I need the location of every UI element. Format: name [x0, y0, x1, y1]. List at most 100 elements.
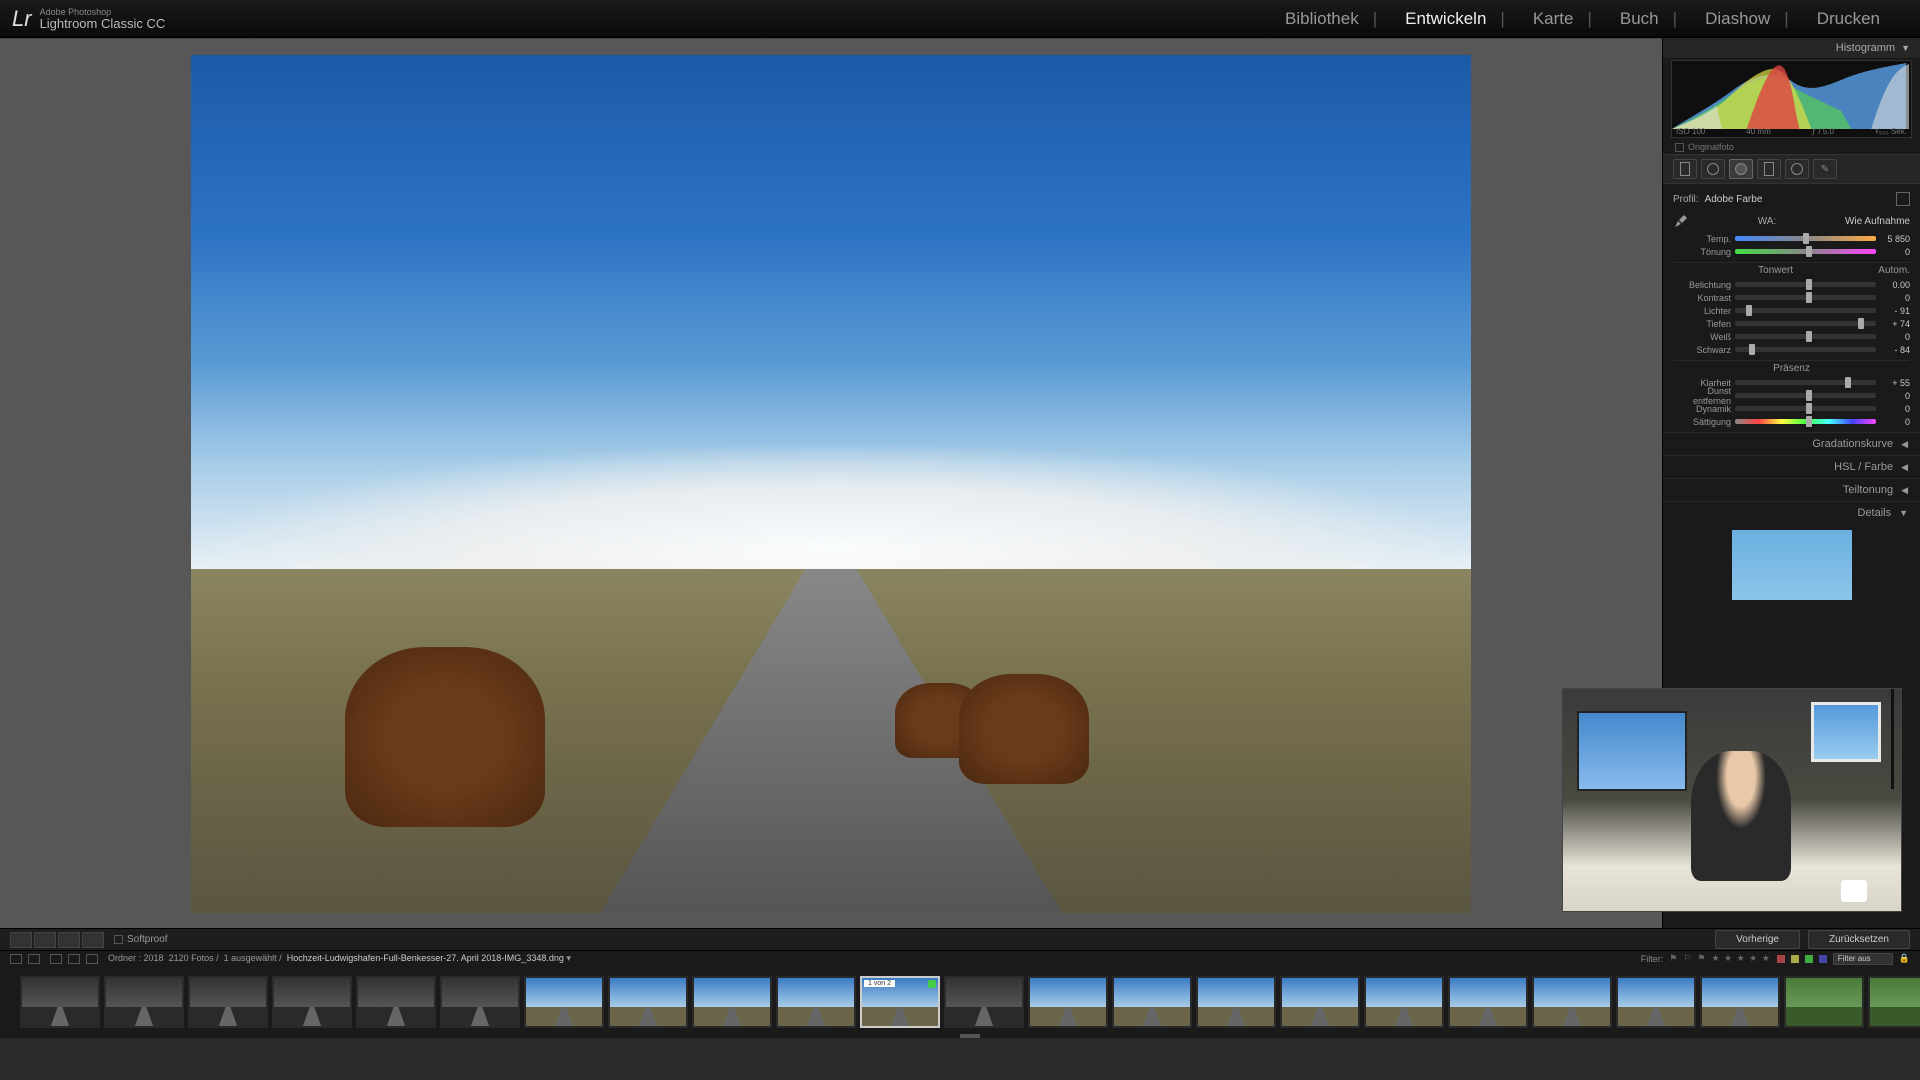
thumb[interactable] [1532, 976, 1612, 1028]
loupe-view-button[interactable] [10, 932, 32, 948]
thumb[interactable] [188, 976, 268, 1028]
blacks-slider[interactable]: Schwarz - 84 [1673, 343, 1910, 356]
thumb[interactable] [1448, 976, 1528, 1028]
grid-view-icon[interactable] [50, 954, 62, 964]
thumb[interactable] [1700, 976, 1780, 1028]
reset-button[interactable]: Zurücksetzen [1808, 930, 1910, 949]
thumb[interactable] [1364, 976, 1444, 1028]
histogram[interactable]: ISO 100 40 mm ƒ / 5.0 ¹⁄₅₀₀ Sek. [1671, 60, 1912, 138]
thumb[interactable] [356, 976, 436, 1028]
module-library[interactable]: Bibliothek [1271, 3, 1391, 35]
filter-lock-icon[interactable]: 🔒 [1899, 953, 1910, 964]
chevron-left-icon: ◀ [1901, 462, 1908, 473]
filter-preset-select[interactable] [1833, 953, 1893, 965]
color-blue-filter[interactable] [1819, 955, 1827, 963]
histo-focal: 40 mm [1746, 127, 1770, 136]
gradient-tool[interactable] [1757, 159, 1781, 179]
vibrance-slider[interactable]: Dynamik 0 [1673, 402, 1910, 415]
radial-tool[interactable] [1785, 159, 1809, 179]
thumb[interactable] [1784, 976, 1864, 1028]
thumb[interactable] [1280, 976, 1360, 1028]
thumb[interactable] [608, 976, 688, 1028]
before-after-split-button[interactable] [82, 932, 104, 948]
thumb[interactable] [776, 976, 856, 1028]
filmstrip[interactable]: 1 von 2 [0, 966, 1920, 1038]
thumb[interactable] [104, 976, 184, 1028]
nav-forward-icon[interactable] [86, 954, 98, 964]
whites-slider[interactable]: Weiß 0 [1673, 330, 1910, 343]
loupe-view[interactable] [0, 38, 1662, 928]
titlebar: Lr Adobe Photoshop Lightroom Classic CC … [0, 0, 1920, 38]
thumb[interactable] [1112, 976, 1192, 1028]
thumb[interactable] [1196, 976, 1276, 1028]
thumb[interactable] [440, 976, 520, 1028]
saturation-slider[interactable]: Sättigung 0 [1673, 415, 1910, 428]
thumb[interactable] [272, 976, 352, 1028]
module-slideshow[interactable]: Diashow [1691, 3, 1803, 35]
before-after-vert-button[interactable] [58, 932, 80, 948]
flag-picked-icon[interactable]: ⚑ [1669, 953, 1677, 964]
color-red-filter[interactable] [1777, 955, 1785, 963]
chevron-left-icon: ◀ [1901, 439, 1908, 450]
flag-rejected-icon[interactable]: ⚑ [1697, 953, 1705, 964]
thumb[interactable] [1028, 976, 1108, 1028]
highlights-slider[interactable]: Lichter - 91 [1673, 304, 1910, 317]
thumb-selected[interactable]: 1 von 2 [860, 976, 940, 1028]
module-map[interactable]: Karte [1519, 3, 1606, 35]
profile-label: Profil: [1673, 194, 1699, 205]
thumb[interactable] [20, 976, 100, 1028]
module-print[interactable]: Drucken [1803, 3, 1908, 35]
histogram-header[interactable]: Histogramm ▼ [1663, 38, 1920, 58]
second-window-icon[interactable] [28, 954, 40, 964]
shadows-slider[interactable]: Tiefen + 74 [1673, 317, 1910, 330]
webcam-overlay [1562, 688, 1902, 912]
temp-slider[interactable]: Temp. 5 850 [1673, 232, 1910, 245]
color-yellow-filter[interactable] [1791, 955, 1799, 963]
brush-tool[interactable]: ✎ [1813, 159, 1837, 179]
wb-select[interactable]: Wie Aufnahme [1845, 216, 1910, 227]
spot-tool[interactable] [1701, 159, 1725, 179]
chevron-down-icon: ▼ [1899, 508, 1908, 518]
main-window-icon[interactable] [10, 954, 22, 964]
crop-tool[interactable] [1673, 159, 1697, 179]
thumb[interactable] [1868, 976, 1920, 1028]
profile-browser-icon[interactable] [1896, 192, 1910, 206]
flag-unflagged-icon[interactable]: ⚐ [1683, 953, 1691, 964]
dehaze-slider[interactable]: Dunst entfernen 0 [1673, 389, 1910, 402]
auto-button[interactable]: Autom. [1878, 265, 1910, 276]
previous-button[interactable]: Vorherige [1715, 930, 1800, 949]
exposure-slider[interactable]: Belichtung 0.00 [1673, 278, 1910, 291]
filmstrip-scrollbar[interactable] [960, 1034, 980, 1038]
thumb[interactable] [944, 976, 1024, 1028]
tone-curve-panel[interactable]: Gradationskurve◀ [1663, 432, 1920, 455]
wb-label: WA: [1758, 216, 1777, 227]
breadcrumb[interactable]: Ordner : 2018 2120 Fotos / 1 ausgewählt … [108, 953, 571, 964]
detail-preview[interactable] [1732, 530, 1852, 600]
profile-select[interactable]: Adobe Farbe [1705, 194, 1890, 205]
color-green-filter[interactable] [1805, 955, 1813, 963]
rating-filter[interactable]: ★ ★ ★ ★ ★ [1711, 953, 1770, 964]
before-after-horiz-button[interactable] [34, 932, 56, 948]
split-tone-panel[interactable]: Teiltonung◀ [1663, 478, 1920, 501]
tint-slider[interactable]: Tönung 0 [1673, 245, 1910, 258]
checkbox-icon [1675, 143, 1684, 152]
product-label: Lightroom Classic CC [40, 17, 166, 30]
module-develop[interactable]: Entwickeln [1391, 3, 1519, 35]
filmstrip-info-bar: Ordner : 2018 2120 Fotos / 1 ausgewählt … [0, 950, 1920, 966]
nav-back-icon[interactable] [68, 954, 80, 964]
histo-aperture: ƒ / 5.0 [1812, 127, 1834, 136]
contrast-slider[interactable]: Kontrast 0 [1673, 291, 1910, 304]
detail-panel[interactable]: Details▼ [1663, 501, 1920, 524]
thumb[interactable] [524, 976, 604, 1028]
pick-flag-icon [928, 980, 936, 988]
redeye-tool[interactable] [1729, 159, 1753, 179]
hsl-panel[interactable]: HSL / Farbe◀ [1663, 455, 1920, 478]
thumb[interactable] [1616, 976, 1696, 1028]
eyedropper-icon[interactable] [1673, 213, 1689, 229]
module-book[interactable]: Buch [1606, 3, 1691, 35]
thumb[interactable] [692, 976, 772, 1028]
original-photo-toggle[interactable]: Originalfoto [1663, 140, 1920, 154]
app-logo-area: Lr Adobe Photoshop Lightroom Classic CC [12, 6, 165, 32]
softproof-toggle[interactable]: Softproof [114, 934, 168, 945]
histo-shutter: ¹⁄₅₀₀ Sek. [1875, 127, 1907, 136]
